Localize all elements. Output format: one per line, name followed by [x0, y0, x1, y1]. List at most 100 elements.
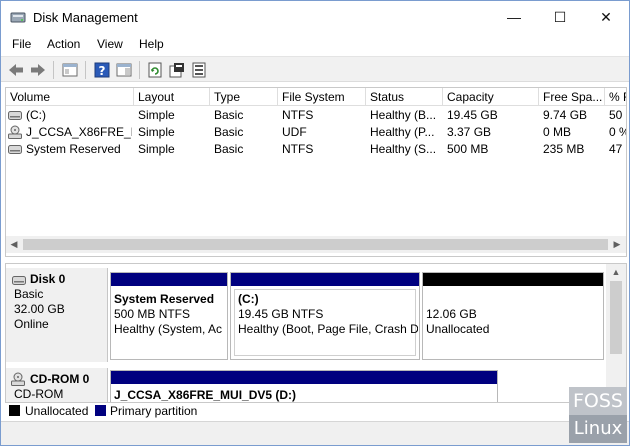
vertical-scrollbar[interactable]: ▲	[606, 264, 626, 402]
cell-type: Basic	[214, 108, 244, 122]
primary-partition-bar	[231, 273, 419, 286]
close-icon: ✕	[600, 8, 612, 25]
cell-volume: System Reserved	[26, 142, 121, 156]
vertical-scroll-thumb[interactable]	[610, 281, 622, 354]
menu-view[interactable]: View	[97, 37, 123, 51]
column-header-file-system[interactable]: File System	[278, 88, 366, 106]
cell-free-space: 9.74 GB	[543, 108, 588, 122]
cell-type: Basic	[214, 125, 244, 139]
primary-partition-swatch	[95, 405, 106, 416]
cell-free-space: 0 MB	[543, 125, 572, 139]
forward-arrow-icon[interactable]	[29, 61, 47, 79]
foss-linux-watermark: FOSS Linux	[569, 387, 627, 443]
column-header-capacity[interactable]: Capacity	[443, 88, 539, 106]
disk-0-status: Online	[14, 317, 49, 331]
menu-help[interactable]: Help	[139, 37, 164, 51]
cell-free-space: 235 MB	[543, 142, 585, 156]
console-tree-icon[interactable]	[61, 61, 79, 79]
column-header-layout[interactable]: Layout	[134, 88, 210, 106]
cell-type: Basic	[214, 142, 244, 156]
minimize-button[interactable]: —	[491, 1, 537, 33]
close-button[interactable]: ✕	[583, 1, 629, 33]
unallocated-swatch	[9, 405, 20, 416]
cell-percent-free: 47	[609, 142, 623, 156]
unallocated-bar	[423, 273, 603, 286]
cell-percent-free: 50	[609, 108, 623, 122]
table-row[interactable]: (C:) Simple Basic NTFS Healthy (B... 19.…	[6, 107, 626, 124]
cell-capacity: 500 MB	[447, 142, 489, 156]
cell-capacity: 3.37 GB	[447, 125, 492, 139]
partition-cdrom-d[interactable]: J_CCSA_X86FRE_MUI_DV5 (D:)	[110, 370, 498, 402]
cell-layout: Simple	[138, 142, 175, 156]
partition-c-drive[interactable]: (C:) 19.45 GB NTFS Healthy (Boot, Page F…	[230, 272, 420, 360]
disk-icon	[12, 276, 26, 285]
refresh-icon[interactable]	[146, 61, 164, 79]
primary-partition-bar	[111, 371, 497, 384]
partition-size: 19.45 GB NTFS	[238, 307, 324, 321]
svg-text:?: ?	[99, 64, 106, 78]
disk-management-window: Disk Management — ☐ ✕ File Action View H…	[0, 0, 630, 446]
cell-volume: J_CCSA_X86FRE_M...	[26, 125, 132, 139]
minimize-icon: —	[507, 9, 521, 25]
partition-system-reserved[interactable]: System Reserved 500 MB NTFS Healthy (Sys…	[110, 272, 228, 360]
partition-name	[426, 292, 596, 307]
disk-0-name: Disk 0	[30, 272, 66, 286]
disk-0-label[interactable]: Disk 0 Basic 32.00 GB Online	[6, 268, 108, 362]
maximize-icon: ☐	[553, 8, 567, 25]
watermark-line-1: FOSS	[569, 387, 627, 415]
cdrom-0-type: CD-ROM	[14, 387, 64, 401]
status-bar	[1, 421, 629, 445]
rescan-disks-icon[interactable]	[190, 61, 208, 79]
partition-size: 500 MB NTFS	[114, 307, 191, 321]
disk-map: Disk 0 Basic 32.00 GB Online System Rese…	[5, 263, 627, 403]
column-header-percent-free[interactable]: % F	[605, 88, 626, 106]
help-icon[interactable]: ?	[93, 61, 111, 79]
menu-file[interactable]: File	[12, 37, 31, 51]
table-row[interactable]: System Reserved Simple Basic NTFS Health…	[6, 141, 626, 158]
legend: Unallocated Primary partition	[5, 403, 627, 419]
cell-file-system: UDF	[282, 125, 307, 139]
cell-layout: Simple	[138, 108, 175, 122]
column-header-free-space[interactable]: Free Spa...	[539, 88, 605, 106]
drive-icon	[8, 145, 22, 154]
cell-file-system: NTFS	[282, 108, 314, 122]
drive-icon	[8, 111, 22, 120]
cell-file-system: NTFS	[282, 142, 314, 156]
partition-size: 12.06 GB	[426, 307, 477, 321]
watermark-line-2: Linux	[569, 415, 627, 443]
scroll-up-icon[interactable]: ▲	[611, 267, 621, 278]
properties-icon[interactable]	[168, 61, 186, 79]
menu-bar: File Action View Help	[1, 33, 629, 55]
cell-status: Healthy (S...	[370, 142, 437, 156]
toolbar-separator	[139, 61, 140, 79]
back-arrow-icon[interactable]	[7, 61, 25, 79]
horizontal-scrollbar[interactable]: ◀ ▶	[6, 236, 626, 253]
cell-layout: Simple	[138, 125, 175, 139]
horizontal-scroll-thumb[interactable]	[23, 239, 608, 250]
cdrom-0-label[interactable]: CD-ROM 0 CD-ROM	[6, 368, 108, 402]
partition-status: Unallocated	[426, 322, 490, 336]
primary-partition-bar	[111, 273, 227, 286]
table-row[interactable]: J_CCSA_X86FRE_M... Simple Basic UDF Heal…	[6, 124, 626, 141]
disk-0-size: 32.00 GB	[14, 302, 65, 316]
menu-action[interactable]: Action	[47, 37, 80, 51]
scroll-left-icon[interactable]: ◀	[9, 239, 19, 250]
partition-status: Healthy (Boot, Page File, Crash Du	[238, 322, 418, 336]
cdrom-0-name: CD-ROM 0	[30, 372, 90, 386]
toolbar: ?	[1, 56, 629, 82]
legend-unallocated: Unallocated	[25, 404, 89, 418]
toolbar-separator	[53, 61, 54, 79]
partition-name: System Reserved	[114, 292, 215, 306]
scroll-right-icon[interactable]: ▶	[612, 239, 622, 250]
show-pane-icon[interactable]	[115, 61, 133, 79]
cell-status: Healthy (B...	[370, 108, 437, 122]
legend-primary-partition: Primary partition	[110, 404, 198, 418]
column-header-volume[interactable]: Volume	[6, 88, 134, 106]
title-bar[interactable]: Disk Management — ☐ ✕	[1, 1, 629, 33]
column-header-status[interactable]: Status	[366, 88, 443, 106]
window-title: Disk Management	[33, 10, 138, 25]
partition-name: J_CCSA_X86FRE_MUI_DV5 (D:)	[114, 388, 297, 402]
maximize-button[interactable]: ☐	[537, 1, 583, 33]
column-header-type[interactable]: Type	[210, 88, 278, 106]
partition-unallocated[interactable]: 12.06 GB Unallocated	[422, 272, 604, 360]
